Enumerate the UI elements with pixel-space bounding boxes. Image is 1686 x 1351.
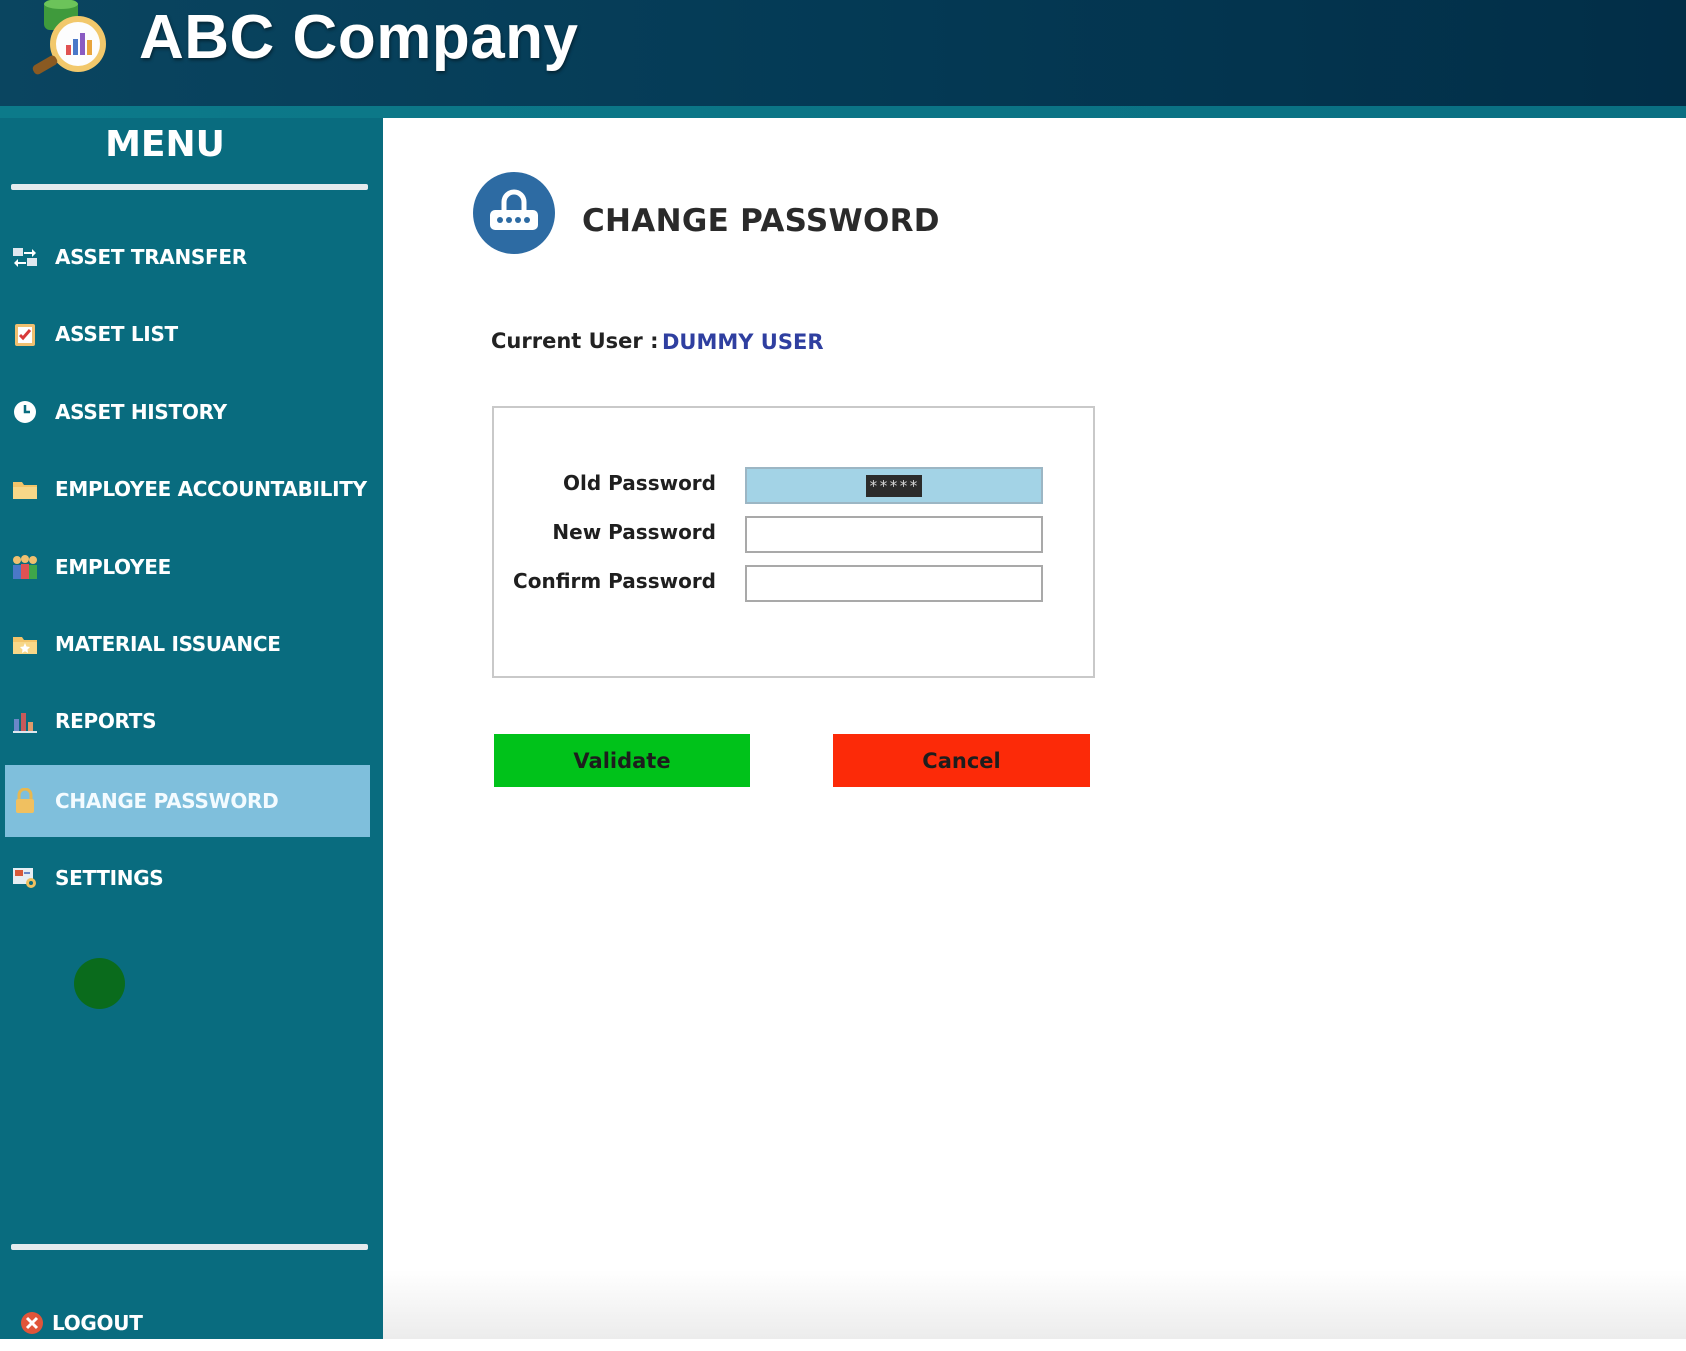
sidebar-item-asset-transfer[interactable]: ASSET TRANSFER — [5, 221, 370, 293]
sidebar-item-label: MATERIAL ISSUANCE — [55, 632, 281, 656]
logout-button[interactable]: LOGOUT — [5, 1295, 370, 1351]
sidebar-item-reports[interactable]: REPORTS — [5, 685, 370, 757]
app-header: ABC Company — [0, 0, 1686, 106]
sidebar-item-settings[interactable]: SETTINGS — [5, 842, 370, 914]
new-password-label: New Password — [552, 520, 716, 544]
clipboard-check-icon — [11, 320, 39, 348]
sidebar-item-employee-accountability[interactable]: EMPLOYEE ACCOUNTABILITY — [5, 453, 370, 525]
page-title: CHANGE PASSWORD — [582, 203, 940, 239]
cursor-indicator — [74, 958, 125, 1009]
clock-icon — [11, 398, 39, 426]
sidebar-item-label: EMPLOYEE ACCOUNTABILITY — [55, 477, 367, 501]
menu-title: MENU — [105, 124, 225, 165]
sidebar-item-label: CHANGE PASSWORD — [55, 789, 279, 813]
sidebar-item-label: ASSET TRANSFER — [55, 245, 247, 269]
logout-label: LOGOUT — [52, 1311, 143, 1335]
app-logo-icon — [30, 0, 116, 80]
people-icon — [11, 553, 39, 581]
logout-icon — [18, 1309, 46, 1337]
cancel-button[interactable]: Cancel — [833, 734, 1090, 787]
sidebar-item-label: REPORTS — [55, 709, 157, 733]
bar-chart-icon — [11, 707, 39, 735]
sidebar-item-asset-list[interactable]: ASSET LIST — [5, 298, 370, 370]
sidebar-item-label: ASSET LIST — [55, 322, 178, 346]
sidebar-item-material-issuance[interactable]: MATERIAL ISSUANCE — [5, 608, 370, 680]
confirm-password-field[interactable] — [745, 565, 1043, 602]
folder-star-icon — [11, 630, 39, 658]
confirm-password-label: Confirm Password — [513, 569, 716, 593]
sidebar: MENU ASSET TRANSFER ASSET LIST ASSET HIS… — [0, 118, 383, 1339]
password-lock-icon — [473, 172, 555, 254]
main-panel — [383, 118, 1686, 1339]
settings-icon — [11, 864, 39, 892]
transfer-icon — [11, 243, 39, 271]
old-password-label: Old Password — [563, 471, 716, 495]
sidebar-item-asset-history[interactable]: ASSET HISTORY — [5, 376, 370, 448]
lock-icon — [11, 787, 39, 815]
main-bottom-shade — [383, 1270, 1686, 1339]
validate-button[interactable]: Validate — [494, 734, 750, 787]
sidebar-item-label: EMPLOYEE — [55, 555, 171, 579]
sidebar-item-label: ASSET HISTORY — [55, 400, 227, 424]
app-title: ABC Company — [139, 3, 579, 72]
folder-icon — [11, 475, 39, 503]
current-user-label: Current User : — [491, 329, 659, 353]
sidebar-item-employee[interactable]: EMPLOYEE — [5, 531, 370, 603]
menu-divider-bottom — [11, 1244, 368, 1250]
new-password-field[interactable] — [745, 516, 1043, 553]
sidebar-item-change-password[interactable]: CHANGE PASSWORD — [5, 765, 370, 837]
old-password-field[interactable]: ***** — [745, 467, 1043, 504]
current-user-value: DUMMY USER — [662, 330, 824, 354]
sidebar-item-label: SETTINGS — [55, 866, 164, 890]
old-password-value: ***** — [865, 474, 923, 497]
menu-divider-top — [11, 184, 368, 190]
header-accent-band — [0, 106, 1686, 118]
